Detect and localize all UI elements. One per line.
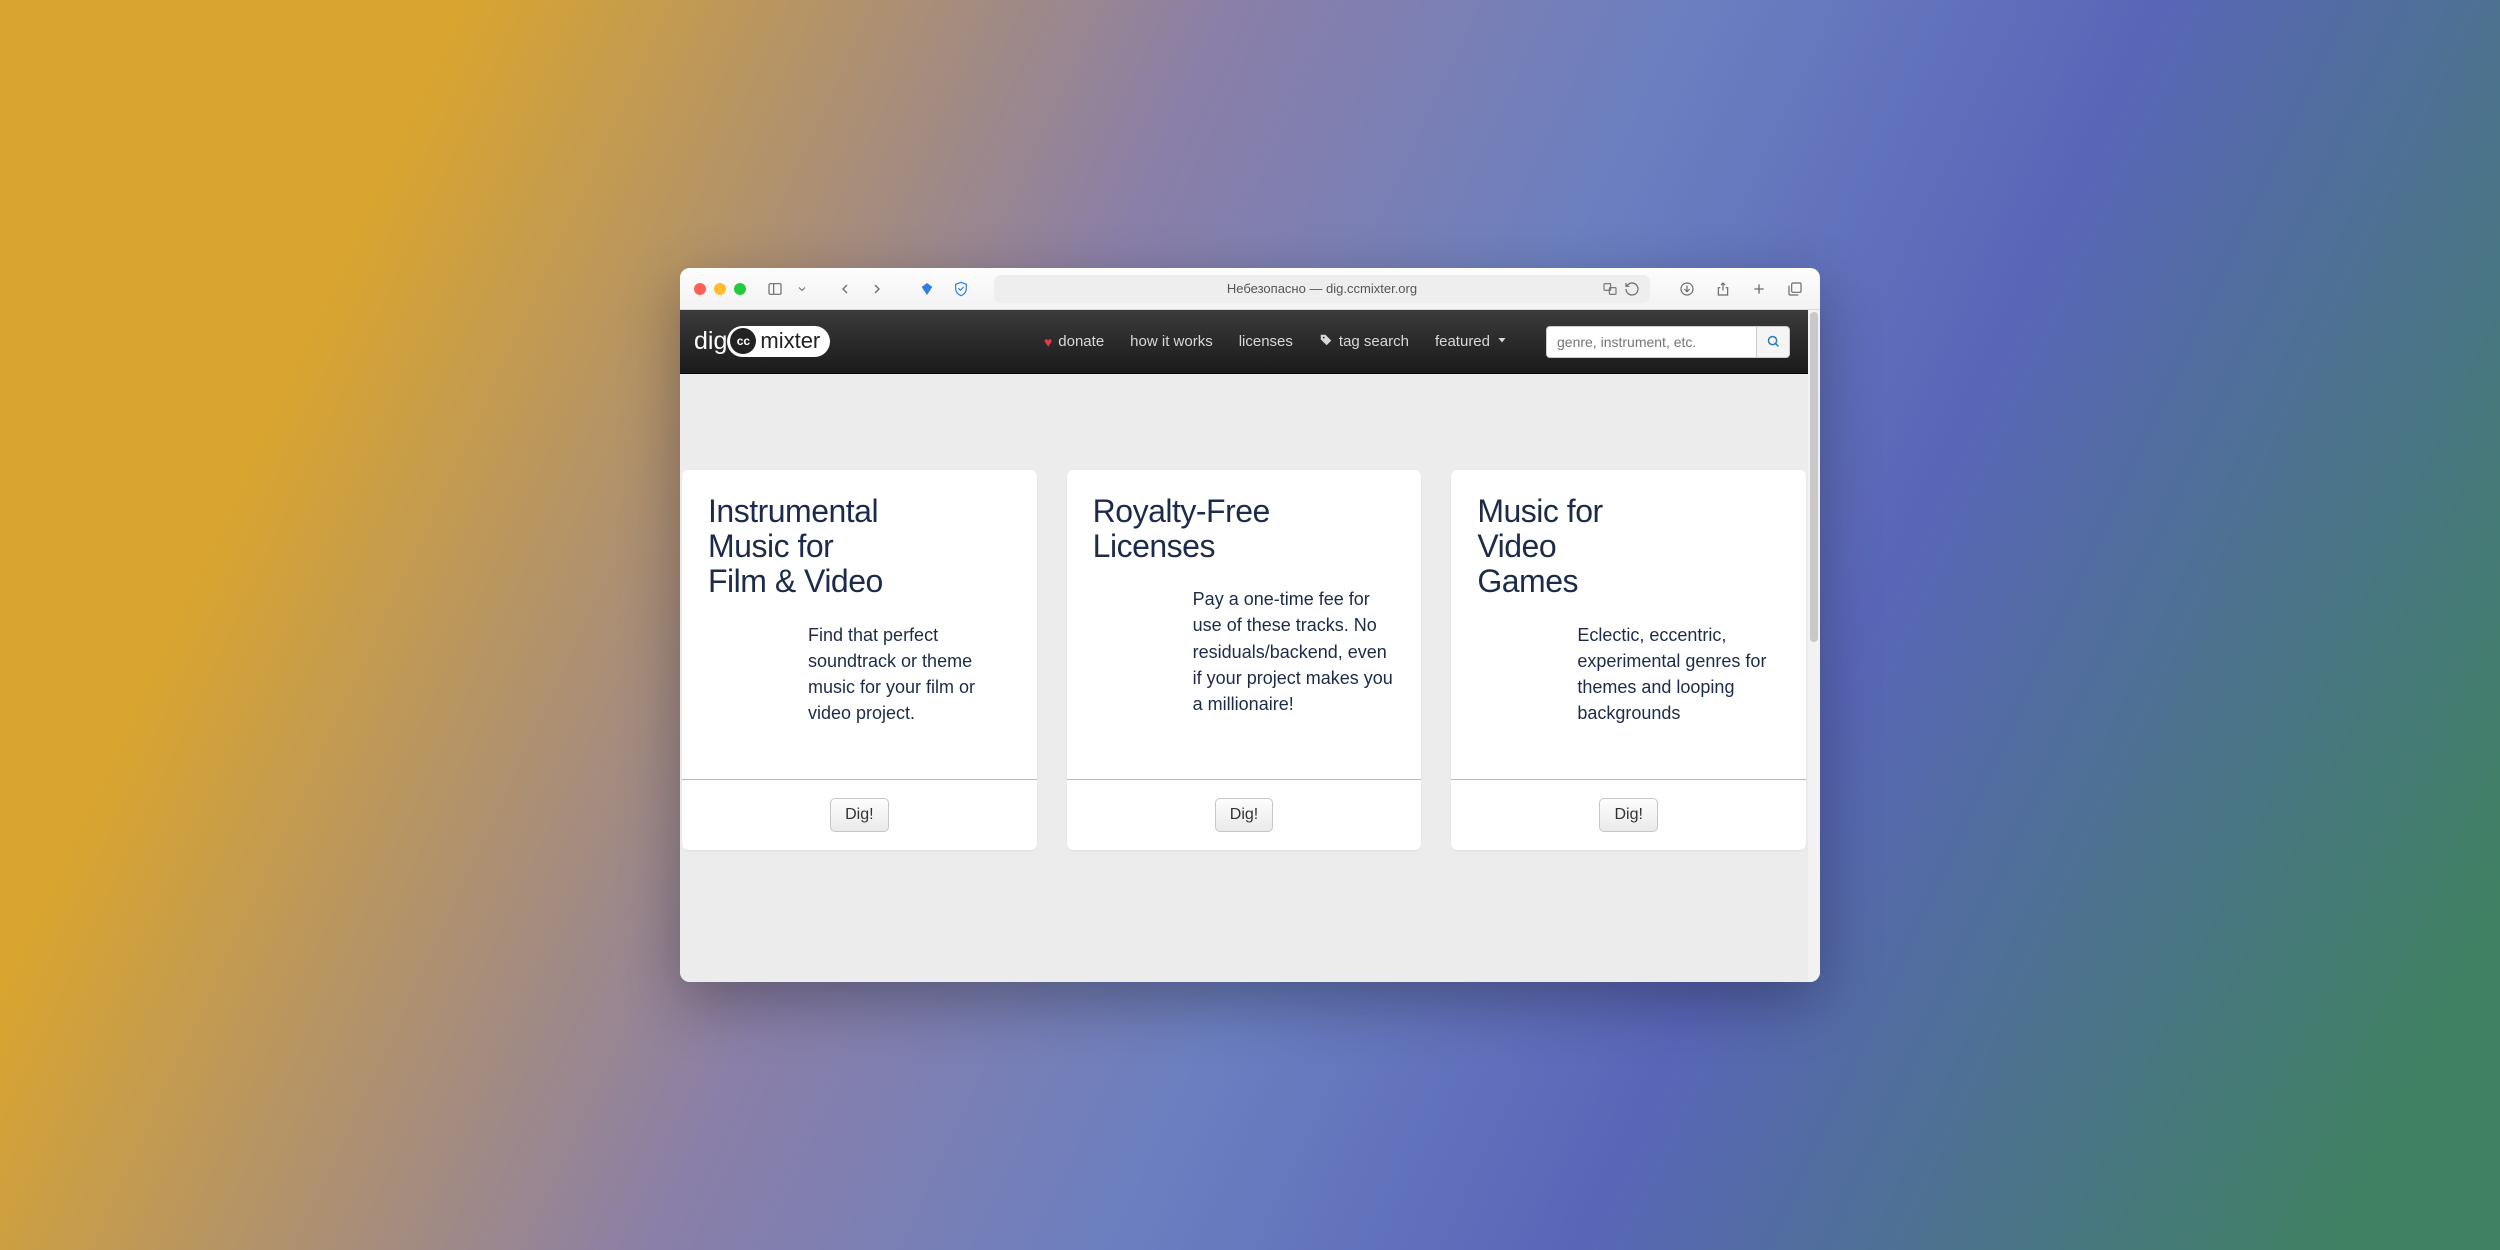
- nav-how-it-works[interactable]: how it works: [1130, 333, 1213, 350]
- nav-tag-search[interactable]: tag search: [1319, 333, 1409, 351]
- downloads-icon[interactable]: [1676, 278, 1698, 300]
- content-area: dig cc mixter ♥ donate how it works lice…: [680, 310, 1820, 982]
- address-text: Небезопасно — dig.ccmixter.org: [1227, 281, 1417, 296]
- search-icon: [1766, 334, 1781, 349]
- nav-featured-label: featured: [1435, 333, 1490, 350]
- cards-row: Instrumental Music for Film & Video Find…: [680, 374, 1808, 870]
- tabs-overview-icon[interactable]: [1784, 278, 1806, 300]
- nav-donate[interactable]: ♥ donate: [1044, 333, 1104, 350]
- back-button-icon[interactable]: [834, 278, 856, 300]
- forward-button-icon[interactable]: [866, 278, 888, 300]
- card-title: Royalty-Free Licenses: [1093, 494, 1273, 564]
- new-tab-icon[interactable]: [1748, 278, 1770, 300]
- tag-icon: [1319, 333, 1333, 351]
- scrollbar-thumb[interactable]: [1810, 312, 1818, 642]
- logo-mixter: mixter: [760, 328, 820, 354]
- sidebar-toggle-icon[interactable]: [764, 278, 786, 300]
- logo-pill: cc mixter: [727, 326, 830, 357]
- page: dig cc mixter ♥ donate how it works lice…: [680, 310, 1808, 982]
- search-input[interactable]: [1546, 326, 1756, 358]
- nav-featured[interactable]: featured: [1435, 333, 1508, 350]
- dig-button[interactable]: Dig!: [1215, 798, 1273, 832]
- nav-licenses[interactable]: licenses: [1239, 333, 1293, 350]
- card-title: Instrumental Music for Film & Video: [708, 494, 888, 600]
- reload-icon[interactable]: [1624, 281, 1640, 297]
- search-button[interactable]: [1756, 326, 1790, 358]
- card-desc: Find that perfect soundtrack or theme mu…: [808, 622, 1011, 726]
- minimize-window-button[interactable]: [714, 283, 726, 295]
- maximize-window-button[interactable]: [734, 283, 746, 295]
- cc-circle-icon: cc: [730, 328, 756, 354]
- close-window-button[interactable]: [694, 283, 706, 295]
- nav-donate-label: donate: [1058, 333, 1104, 350]
- scrollbar[interactable]: [1808, 310, 1820, 982]
- card-royalty-free: Royalty-Free Licenses Pay a one-time fee…: [1067, 470, 1422, 850]
- card-desc: Eclectic, eccentric, experimental genres…: [1577, 622, 1780, 726]
- chevron-down-icon: [1496, 334, 1508, 349]
- site-header: dig cc mixter ♥ donate how it works lice…: [680, 310, 1808, 374]
- search: [1546, 326, 1790, 358]
- shield-icon[interactable]: [950, 278, 972, 300]
- extension-icon[interactable]: [916, 278, 938, 300]
- site-logo[interactable]: dig cc mixter: [694, 326, 830, 357]
- address-bar[interactable]: Небезопасно — dig.ccmixter.org: [994, 275, 1650, 303]
- card-title: Music for Video Games: [1477, 494, 1607, 600]
- heart-icon: ♥: [1044, 334, 1052, 350]
- translate-icon[interactable]: [1602, 281, 1618, 297]
- logo-dig: dig: [694, 327, 727, 356]
- card-film-video: Instrumental Music for Film & Video Find…: [682, 470, 1037, 850]
- chevron-down-icon[interactable]: [796, 278, 808, 300]
- dig-button[interactable]: Dig!: [1599, 798, 1657, 832]
- card-desc: Pay a one-time fee for use of these trac…: [1193, 586, 1396, 716]
- nav-tag-search-label: tag search: [1339, 333, 1409, 350]
- dig-button[interactable]: Dig!: [830, 798, 888, 832]
- window-controls: [694, 283, 746, 295]
- main-nav: ♥ donate how it works licenses tag searc…: [1044, 326, 1790, 358]
- browser-window: Небезопасно — dig.ccmixter.org: [680, 268, 1820, 982]
- card-video-games: Music for Video Games Eclectic, eccentri…: [1451, 470, 1806, 850]
- browser-toolbar: Небезопасно — dig.ccmixter.org: [680, 268, 1820, 310]
- share-icon[interactable]: [1712, 278, 1734, 300]
